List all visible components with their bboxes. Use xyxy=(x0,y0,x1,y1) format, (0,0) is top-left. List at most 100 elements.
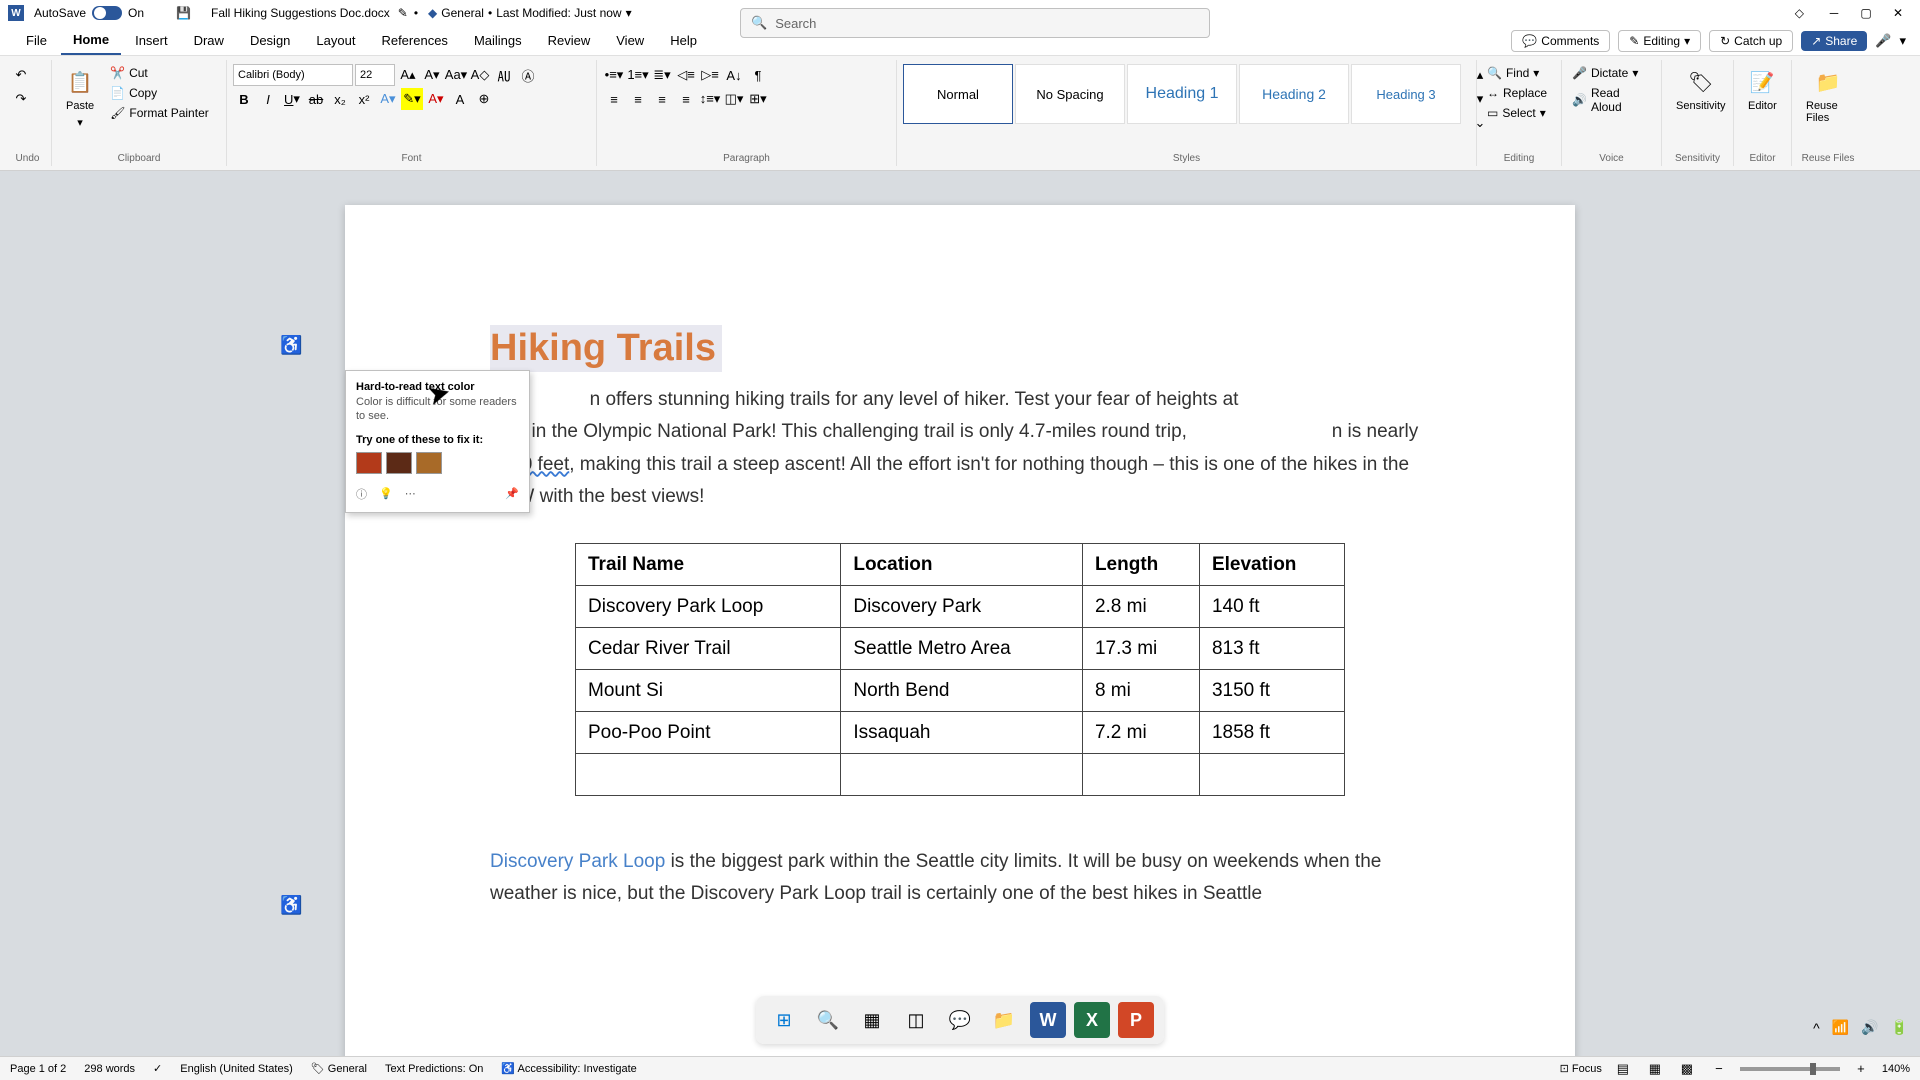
decrease-font-button[interactable]: A▾ xyxy=(421,64,443,86)
widgets-icon[interactable]: ◫ xyxy=(898,1002,934,1038)
chat-icon[interactable]: 💬 xyxy=(942,1002,978,1038)
style-normal[interactable]: Normal xyxy=(903,64,1013,124)
color-swatch-3[interactable] xyxy=(416,452,442,474)
status-words[interactable]: 298 words xyxy=(84,1063,135,1075)
align-left-button[interactable]: ≡ xyxy=(603,88,625,110)
taskbar-search-icon[interactable]: 🔍 xyxy=(810,1002,846,1038)
color-swatch-1[interactable] xyxy=(356,452,382,474)
autosave-toggle[interactable] xyxy=(92,6,122,20)
chevron-down-icon[interactable]: ▾ xyxy=(1899,33,1906,49)
shading-button[interactable]: ◫▾ xyxy=(723,88,745,110)
document-title[interactable]: Fall Hiking Suggestions Doc.docx xyxy=(211,6,390,20)
replace-button[interactable]: ↔Replace xyxy=(1483,84,1551,102)
popup-lightbulb-icon[interactable]: 💡 xyxy=(379,487,393,500)
chevron-down-icon[interactable]: ▾ xyxy=(626,6,632,20)
doc-heading[interactable]: Hiking Trails xyxy=(490,325,722,372)
underline-button[interactable]: U▾ xyxy=(281,88,303,110)
sort-button[interactable]: A↓ xyxy=(723,64,745,86)
numbering-button[interactable]: 1≡▾ xyxy=(627,64,649,86)
superscript-button[interactable]: x² xyxy=(353,88,375,110)
print-layout-icon[interactable]: ▦ xyxy=(1644,1058,1666,1080)
highlight-button[interactable]: ✎▾ xyxy=(401,88,423,110)
char-shading-button[interactable]: A xyxy=(449,88,471,110)
close-button[interactable]: ✕ xyxy=(1884,3,1912,23)
sensitivity-button[interactable]: 🏷Sensitivity xyxy=(1668,64,1734,116)
reuse-files-button[interactable]: 📁Reuse Files xyxy=(1798,64,1858,128)
tab-layout[interactable]: Layout xyxy=(304,27,367,54)
change-case-button[interactable]: Aa▾ xyxy=(445,64,467,86)
tray-battery-icon[interactable]: 🔋 xyxy=(1891,1019,1908,1036)
doc-paragraph-1[interactable]: Washingtonn offers stunning hiking trail… xyxy=(490,384,1430,513)
show-marks-button[interactable]: ¶ xyxy=(747,64,769,86)
multilevel-button[interactable]: ≣▾ xyxy=(651,64,673,86)
tab-help[interactable]: Help xyxy=(658,27,709,54)
maximize-button[interactable]: ▢ xyxy=(1852,3,1880,23)
web-layout-icon[interactable]: ▩ xyxy=(1676,1058,1698,1080)
tab-view[interactable]: View xyxy=(604,27,656,54)
status-predictions[interactable]: Text Predictions: On xyxy=(385,1063,483,1075)
th-trail[interactable]: Trail Name xyxy=(576,544,841,586)
align-center-button[interactable]: ≡ xyxy=(627,88,649,110)
trails-table[interactable]: Trail Name Location Length Elevation Dis… xyxy=(575,543,1345,796)
taskbar-word-icon[interactable]: W xyxy=(1030,1002,1066,1038)
cut-button[interactable]: ✂️Cut xyxy=(106,64,213,82)
status-spellcheck-icon[interactable]: ✓ xyxy=(153,1062,162,1075)
document-page[interactable]: Hiking Trails Washingtonn offers stunnin… xyxy=(345,205,1575,1056)
color-swatch-2[interactable] xyxy=(386,452,412,474)
th-location[interactable]: Location xyxy=(841,544,1083,586)
clear-formatting-button[interactable]: A◇ xyxy=(469,64,491,86)
popup-pin-icon[interactable]: 📌 xyxy=(505,487,519,500)
share-button[interactable]: ↗Share xyxy=(1801,31,1867,51)
comments-button[interactable]: 💬Comments xyxy=(1511,30,1610,52)
tab-file[interactable]: File xyxy=(14,27,59,54)
read-mode-icon[interactable]: ▤ xyxy=(1612,1058,1634,1080)
text-effects-button[interactable]: A▾ xyxy=(377,88,399,110)
paste-button[interactable]: 📋 Paste▾ xyxy=(58,64,102,133)
tray-volume-icon[interactable]: 🔊 xyxy=(1861,1019,1878,1036)
taskbar-ppt-icon[interactable]: P xyxy=(1118,1002,1154,1038)
tray-chevron-icon[interactable]: ^ xyxy=(1813,1020,1820,1036)
find-button[interactable]: 🔍Find▾ xyxy=(1483,64,1543,82)
mic-icon[interactable]: 🎤 xyxy=(1875,33,1891,49)
save-icon[interactable]: 💾 xyxy=(176,6,191,20)
bullets-button[interactable]: •≡▾ xyxy=(603,64,625,86)
breadcrumb-modified[interactable]: Last Modified: Just now xyxy=(496,6,621,20)
italic-button[interactable]: I xyxy=(257,88,279,110)
borders-button[interactable]: ⊞▾ xyxy=(747,88,769,110)
explorer-icon[interactable]: 📁 xyxy=(986,1002,1022,1038)
th-length[interactable]: Length xyxy=(1082,544,1199,586)
bold-button[interactable]: B xyxy=(233,88,255,110)
redo-button[interactable]: ↷ xyxy=(10,88,32,110)
breadcrumb-channel[interactable]: General xyxy=(441,6,484,20)
tab-references[interactable]: References xyxy=(369,27,459,54)
doc-subheading[interactable]: Discovery Park Loop xyxy=(490,851,665,872)
focus-mode-button[interactable]: ⊡ Focus xyxy=(1560,1062,1602,1075)
tab-review[interactable]: Review xyxy=(536,27,603,54)
tab-design[interactable]: Design xyxy=(238,27,302,54)
start-button[interactable]: ⊞ xyxy=(766,1002,802,1038)
tray-wifi-icon[interactable]: 📶 xyxy=(1832,1019,1849,1036)
taskbar-excel-icon[interactable]: X xyxy=(1074,1002,1110,1038)
tab-insert[interactable]: Insert xyxy=(123,27,180,54)
decrease-indent-button[interactable]: ◁≡ xyxy=(675,64,697,86)
style-heading3[interactable]: Heading 3 xyxy=(1351,64,1461,124)
dictate-button[interactable]: 🎤Dictate▾ xyxy=(1568,64,1642,82)
increase-indent-button[interactable]: ▷≡ xyxy=(699,64,721,86)
increase-font-button[interactable]: A▴ xyxy=(397,64,419,86)
accessibility-marker-icon[interactable]: ♿ xyxy=(280,895,302,916)
th-elevation[interactable]: Elevation xyxy=(1199,544,1344,586)
editor-button[interactable]: 📝Editor xyxy=(1740,64,1785,116)
catchup-button[interactable]: ↻Catch up xyxy=(1709,30,1793,52)
style-heading2[interactable]: Heading 2 xyxy=(1239,64,1349,124)
line-spacing-button[interactable]: ↕≡▾ xyxy=(699,88,721,110)
font-name-select[interactable] xyxy=(233,64,353,86)
diamond-icon[interactable]: ◇ xyxy=(1795,6,1804,20)
doc-paragraph-2[interactable]: Discovery Park Loop is the biggest park … xyxy=(490,846,1430,911)
undo-button[interactable]: ↶ xyxy=(10,64,32,86)
popup-info-icon[interactable]: ⓘ xyxy=(356,486,367,502)
zoom-out-button[interactable]: − xyxy=(1708,1058,1730,1080)
select-button[interactable]: ▭Select▾ xyxy=(1483,104,1550,122)
tab-home[interactable]: Home xyxy=(61,26,121,55)
popup-more-icon[interactable]: ⋯ xyxy=(405,487,416,500)
tab-mailings[interactable]: Mailings xyxy=(462,27,534,54)
